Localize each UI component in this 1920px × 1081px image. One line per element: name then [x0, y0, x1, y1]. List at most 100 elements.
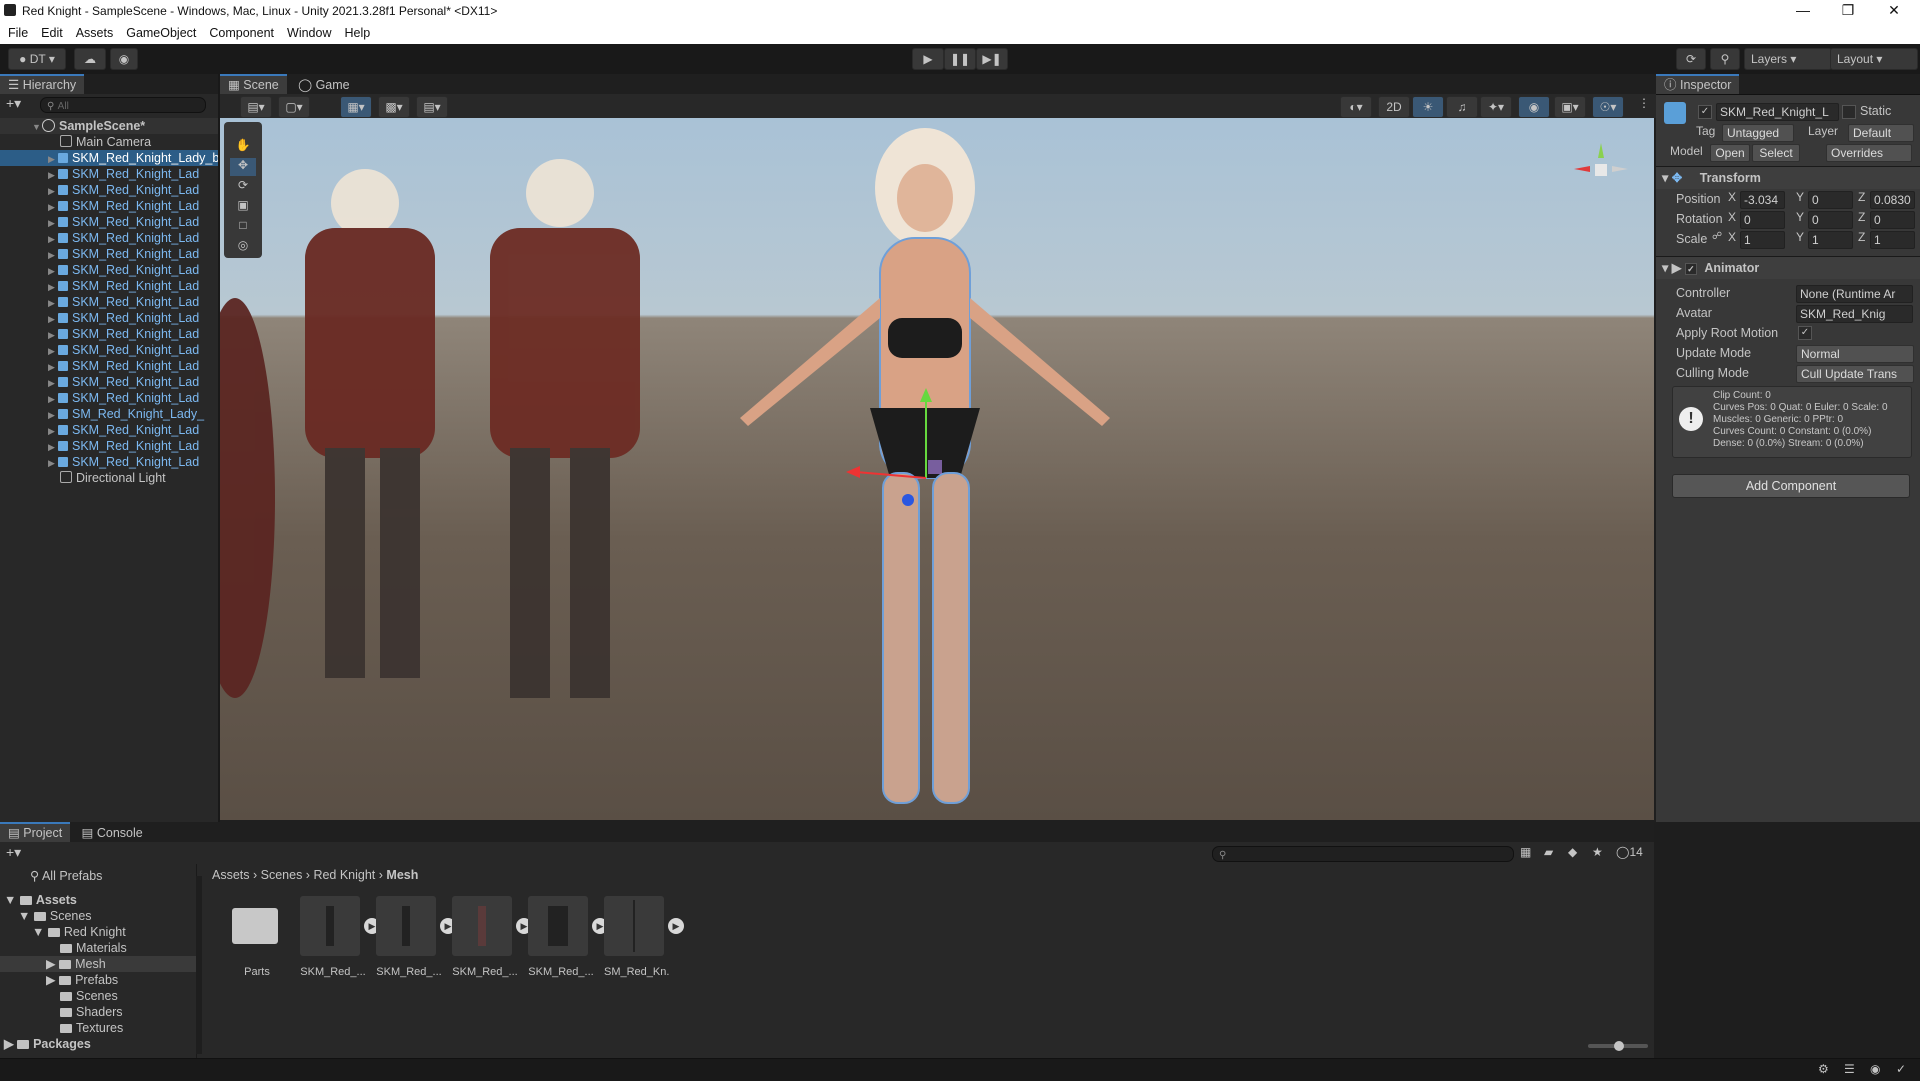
crumb-mesh[interactable]: Mesh — [386, 868, 418, 882]
favorites-icon[interactable]: ★ — [1592, 845, 1603, 859]
menu-help[interactable]: Help — [344, 26, 370, 40]
expand-arrow-icon[interactable]: ▶ — [48, 311, 58, 326]
rotation-x-field[interactable]: 0 — [1740, 211, 1785, 229]
toggle-2d-button[interactable]: 2D — [1378, 96, 1410, 118]
tab-project[interactable]: ▤ Project — [0, 822, 71, 842]
animator-enabled-checkbox[interactable]: ✓ — [1684, 263, 1697, 275]
tree-packages[interactable]: ▶ Packages — [4, 1036, 91, 1052]
hidden-packages-icon[interactable]: ◯14 — [1616, 845, 1643, 859]
audio-icon[interactable]: ♫ — [1446, 96, 1478, 118]
position-z-field[interactable]: 0.0830 — [1870, 191, 1915, 209]
expand-arrow-icon[interactable]: ▶ — [48, 375, 58, 390]
transform-header[interactable]: ▾ ✥ Transform — [1656, 166, 1920, 189]
increment-snap-icon[interactable]: ▤▾ — [416, 96, 448, 118]
all-prefabs-item[interactable]: ⚲ All Prefabs — [30, 868, 102, 884]
scene-viewport[interactable]: ✋ ✥ ⟳ ▣ □ ◎ — [220, 118, 1654, 820]
search-icon[interactable]: ⚲ — [1710, 48, 1740, 70]
expand-arrow-icon[interactable]: ▶ — [48, 215, 58, 230]
expand-arrow-icon[interactable]: ▶ — [48, 407, 58, 422]
expand-arrow-icon[interactable]: ▶ — [48, 295, 58, 310]
menu-component[interactable]: Component — [209, 26, 274, 40]
asset-item-3[interactable]: ▶ SKM_Red_... — [452, 896, 532, 978]
asset-item-4[interactable]: ▶ SKM_Red_... — [528, 896, 608, 978]
asset-item-5[interactable]: ▶ SM_Red_Kn... — [604, 896, 684, 978]
tag-dropdown[interactable]: Untagged — [1722, 124, 1794, 142]
animator-header[interactable]: ▾ ▶ ✓ Animator — [1656, 256, 1920, 279]
tree-materials[interactable]: Materials — [60, 940, 127, 956]
avatar-field[interactable]: SKM_Red_Knig — [1796, 305, 1913, 323]
position-x-field[interactable]: -3.034 — [1740, 191, 1785, 209]
expand-arrow-icon[interactable]: ▶ — [48, 423, 58, 438]
layers-dropdown[interactable]: Layers ▾ — [1744, 48, 1832, 70]
rotate-tool-icon[interactable]: ⟳ — [230, 178, 256, 196]
tree-textures[interactable]: Textures — [60, 1020, 123, 1036]
crumb-assets[interactable]: Assets — [212, 868, 250, 882]
expand-arrow-icon[interactable]: ▶ — [48, 247, 58, 262]
scene-root[interactable]: ▼ SampleScene* — [0, 118, 250, 134]
expand-arrow-icon[interactable]: ▶ — [48, 391, 58, 406]
tab-scene[interactable]: ▦ Scene — [220, 74, 287, 94]
add-component-button[interactable]: Add Component — [1672, 474, 1910, 498]
grid-icon[interactable]: ▩▾ — [378, 96, 410, 118]
expand-arrow-icon[interactable]: ▶ — [48, 343, 58, 358]
expand-arrow-icon[interactable]: ▶ — [48, 151, 58, 166]
shading-icon[interactable]: ◐▾ — [1340, 96, 1372, 118]
scale-x-field[interactable]: 1 — [1740, 231, 1785, 249]
tree-scenes[interactable]: ▼ Scenes — [18, 908, 92, 924]
step-button[interactable]: ▶❚ — [976, 48, 1008, 70]
rotation-z-field[interactable]: 0 — [1870, 211, 1915, 229]
camera-icon[interactable]: ▣▾ — [1554, 96, 1586, 118]
tree-shaders[interactable]: Shaders — [60, 1004, 123, 1020]
add-icon[interactable]: +▾ — [6, 95, 21, 112]
expand-arrow-icon[interactable]: ▶ — [48, 199, 58, 214]
menu-assets[interactable]: Assets — [76, 26, 114, 40]
filter-label-icon[interactable]: ▰ — [1544, 845, 1553, 859]
draw-mode-icon[interactable]: ▤▾ — [240, 96, 272, 118]
culling-mode-dropdown[interactable]: Cull Update Trans — [1796, 365, 1914, 383]
create-icon[interactable]: +▾ — [6, 844, 21, 861]
filter-type-icon[interactable]: ▦ — [1520, 845, 1531, 859]
cloud-icon[interactable]: ☁ — [74, 48, 106, 70]
apply-root-motion-checkbox[interactable]: ✓ — [1798, 326, 1812, 340]
expand-icon[interactable]: ▶ — [668, 918, 684, 934]
bake-icon[interactable]: ☰ — [1844, 1062, 1855, 1076]
overrides-dropdown[interactable]: Overrides — [1826, 144, 1912, 162]
rect-tool-icon[interactable]: □ — [230, 218, 256, 236]
hierarchy-search-input[interactable]: ⚲ All — [40, 97, 206, 113]
object-name-field[interactable]: SKM_Red_Knight_L — [1716, 103, 1839, 121]
menu-gameobject[interactable]: GameObject — [126, 26, 196, 40]
pivot-icon[interactable]: ▢▾ — [278, 96, 310, 118]
active-checkbox[interactable]: ✓ — [1698, 105, 1712, 119]
zoom-slider[interactable] — [1588, 1041, 1648, 1051]
collab-icon[interactable]: ◉ — [110, 48, 138, 70]
debug-icon[interactable]: ⚙ — [1818, 1062, 1829, 1076]
scale-tool-icon[interactable]: ▣ — [230, 198, 256, 216]
tree-scenes-sub[interactable]: Scenes — [60, 988, 118, 1004]
move-tool-icon[interactable]: ✥ — [230, 158, 256, 176]
auto-generate-icon[interactable]: ◉ — [1870, 1062, 1880, 1076]
play-button[interactable]: ▶ — [912, 48, 944, 70]
maximize-button[interactable]: ❐ — [1826, 0, 1870, 22]
asset-item-2[interactable]: ▶ SKM_Red_... — [376, 896, 456, 978]
tab-inspector[interactable]: ⓘ Inspector — [1656, 74, 1740, 94]
transform-tool-icon[interactable]: ◎ — [230, 238, 256, 256]
hand-tool-icon[interactable]: ✋ — [230, 138, 256, 156]
account-dropdown[interactable]: ● DT ▾ — [8, 48, 66, 70]
menu-window[interactable]: Window — [287, 26, 331, 40]
static-checkbox[interactable] — [1842, 105, 1856, 119]
close-button[interactable]: ✕ — [1872, 0, 1916, 22]
expand-arrow-icon[interactable]: ▶ — [48, 439, 58, 454]
position-y-field[interactable]: 0 — [1808, 191, 1853, 209]
expand-arrow-icon[interactable]: ▶ — [48, 279, 58, 294]
crumb-red-knight[interactable]: Red Knight — [313, 868, 375, 882]
scale-z-field[interactable]: 1 — [1870, 231, 1915, 249]
controller-field[interactable]: None (Runtime Ar — [1796, 285, 1913, 303]
expand-arrow-icon[interactable]: ▶ — [48, 231, 58, 246]
select-button[interactable]: Select — [1752, 144, 1800, 162]
history-icon[interactable]: ⟳ — [1676, 48, 1706, 70]
open-button[interactable]: Open — [1710, 144, 1750, 162]
tab-console[interactable]: ▤ Console — [74, 823, 151, 843]
menu-file[interactable]: File — [8, 26, 28, 40]
project-search-input[interactable]: ⚲ — [1212, 846, 1514, 862]
menu-edit[interactable]: Edit — [41, 26, 63, 40]
